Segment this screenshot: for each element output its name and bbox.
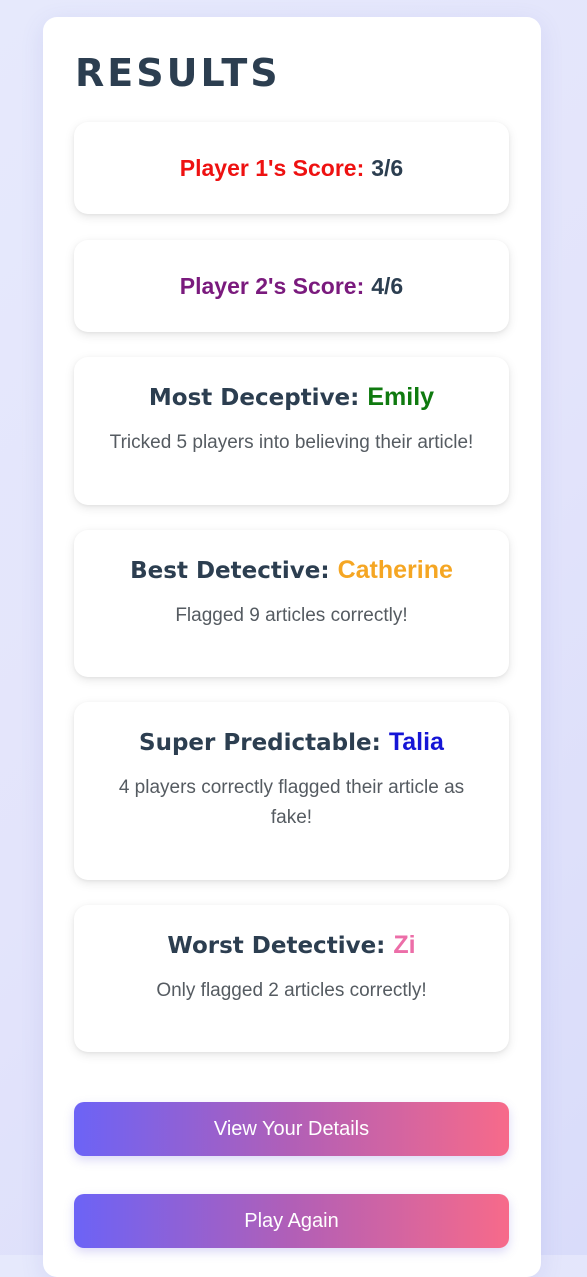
award-description: 4 players correctly flagged their articl… (118, 777, 465, 828)
award-heading: Worst Detective: Zi (96, 931, 487, 960)
award-winner-name: Zi (393, 931, 416, 959)
award-heading: Best Detective: Catherine (96, 556, 487, 585)
player-1-score-value: 3/6 (371, 154, 404, 181)
player-2-score-label: Player 2's Score: (179, 272, 365, 299)
player-2-score-card: Player 2's Score: 4/6 (74, 240, 509, 332)
play-again-button[interactable]: Play Again (74, 1194, 509, 1248)
view-details-button[interactable]: View Your Details (74, 1102, 509, 1156)
award-winner-name: Emily (367, 383, 435, 411)
results-panel: RESULTS Player 1's Score: 3/6 Player 2's… (43, 17, 541, 1277)
award-description: Flagged 9 articles correctly! (175, 605, 408, 626)
award-winner-name: Catherine (337, 556, 453, 584)
award-card-worst-detective: Worst Detective: Zi Only flagged 2 artic… (74, 905, 509, 1052)
player-1-score-label: Player 1's Score: (179, 154, 365, 181)
award-card-most-deceptive: Most Deceptive: Emily Tricked 5 players … (74, 357, 509, 505)
award-description: Tricked 5 players into believing their a… (109, 432, 474, 453)
award-heading: Super Predictable: Talia (96, 728, 487, 757)
award-title: Most Deceptive: (148, 385, 360, 411)
award-heading: Most Deceptive: Emily (96, 383, 487, 412)
page-title: RESULTS (75, 51, 281, 95)
award-winner-name: Talia (388, 728, 444, 756)
player-2-score-value: 4/6 (371, 272, 404, 299)
award-card-best-detective: Best Detective: Catherine Flagged 9 arti… (74, 530, 509, 677)
award-description: Only flagged 2 articles correctly! (156, 980, 427, 1001)
award-title: Super Predictable: (139, 730, 381, 756)
award-title: Best Detective: (130, 558, 330, 584)
award-card-super-predictable: Super Predictable: Talia 4 players corre… (74, 702, 509, 880)
award-title: Worst Detective: (167, 933, 386, 959)
player-1-score-card: Player 1's Score: 3/6 (74, 122, 509, 214)
